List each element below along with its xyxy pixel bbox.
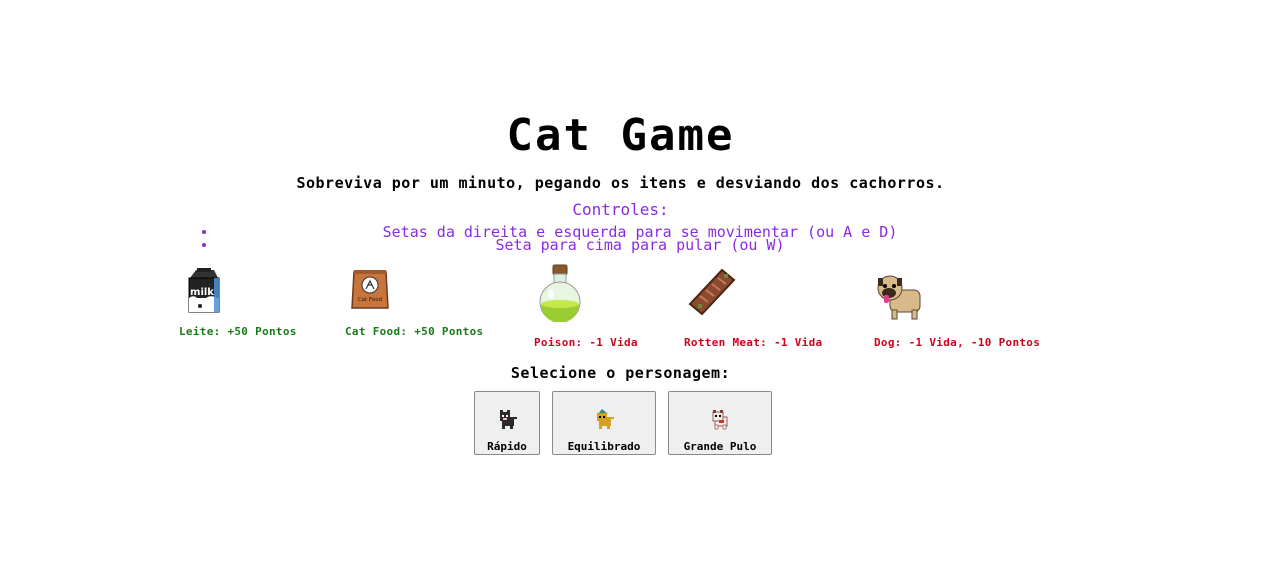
- control-item-jump: Seta para cima para pular (ou W): [200, 236, 1080, 254]
- control-text-jump: Seta para cima para pular (ou W): [495, 236, 785, 254]
- character-rapido-button[interactable]: Rápido: [474, 391, 540, 455]
- item-label-rotten-meat: Rotten Meat: -1 Vida: [684, 336, 823, 349]
- character-equilibrado-label: Equilibrado: [567, 440, 641, 453]
- cat-food-bag-text: Cat Food: [358, 297, 382, 303]
- character-grande-pulo-label: Grande Pulo: [683, 440, 757, 453]
- milk-carton-text: milk: [190, 287, 214, 298]
- controls-heading: Controles:: [572, 200, 669, 219]
- character-select-heading: Selecione o personagem:: [510, 364, 731, 382]
- game-description: Sobreviva por um minuto, pegando os iten…: [296, 174, 945, 192]
- bullet-icon: [202, 230, 206, 234]
- item-poison: Poison: -1 Vida: [534, 264, 638, 349]
- cat-grande-pulo-icon: [712, 410, 728, 430]
- item-label-poison: Poison: -1 Vida: [534, 336, 638, 349]
- dog-icon: [877, 275, 921, 320]
- character-rapido-label: Rápido: [487, 440, 527, 453]
- item-label-cat-food: Cat Food: +50 Pontos: [345, 325, 484, 338]
- item-label-milk: Leite: +50 Pontos: [179, 325, 297, 338]
- cat-equilibrado-icon: [597, 409, 614, 429]
- character-equilibrado-button[interactable]: Equilibrado: [552, 391, 656, 455]
- item-cat-food: Cat Food Cat Food: +50 Pontos: [345, 268, 483, 338]
- item-dog: Dog: -1 Vida, -10 Pontos: [874, 272, 1040, 349]
- item-label-dog: Dog: -1 Vida, -10 Pontos: [874, 336, 1041, 349]
- item-rotten-meat: Rotten Meat: -1 Vida: [684, 268, 822, 349]
- milk-icon: milk: [188, 268, 220, 313]
- bullet-icon: [202, 243, 206, 247]
- game-title: Cat Game: [506, 110, 735, 161]
- controls-list: Setas da direita e esquerda para se movi…: [200, 225, 1080, 254]
- character-grande-pulo-button[interactable]: Grande Pulo: [668, 391, 772, 455]
- item-milk: milk Leite: +50 Pontos: [179, 268, 296, 338]
- cat-rapido-icon: [500, 410, 517, 429]
- poison-icon: [539, 264, 581, 323]
- cat-food-icon: Cat Food: [351, 270, 389, 309]
- rotten-meat-icon: [688, 268, 736, 316]
